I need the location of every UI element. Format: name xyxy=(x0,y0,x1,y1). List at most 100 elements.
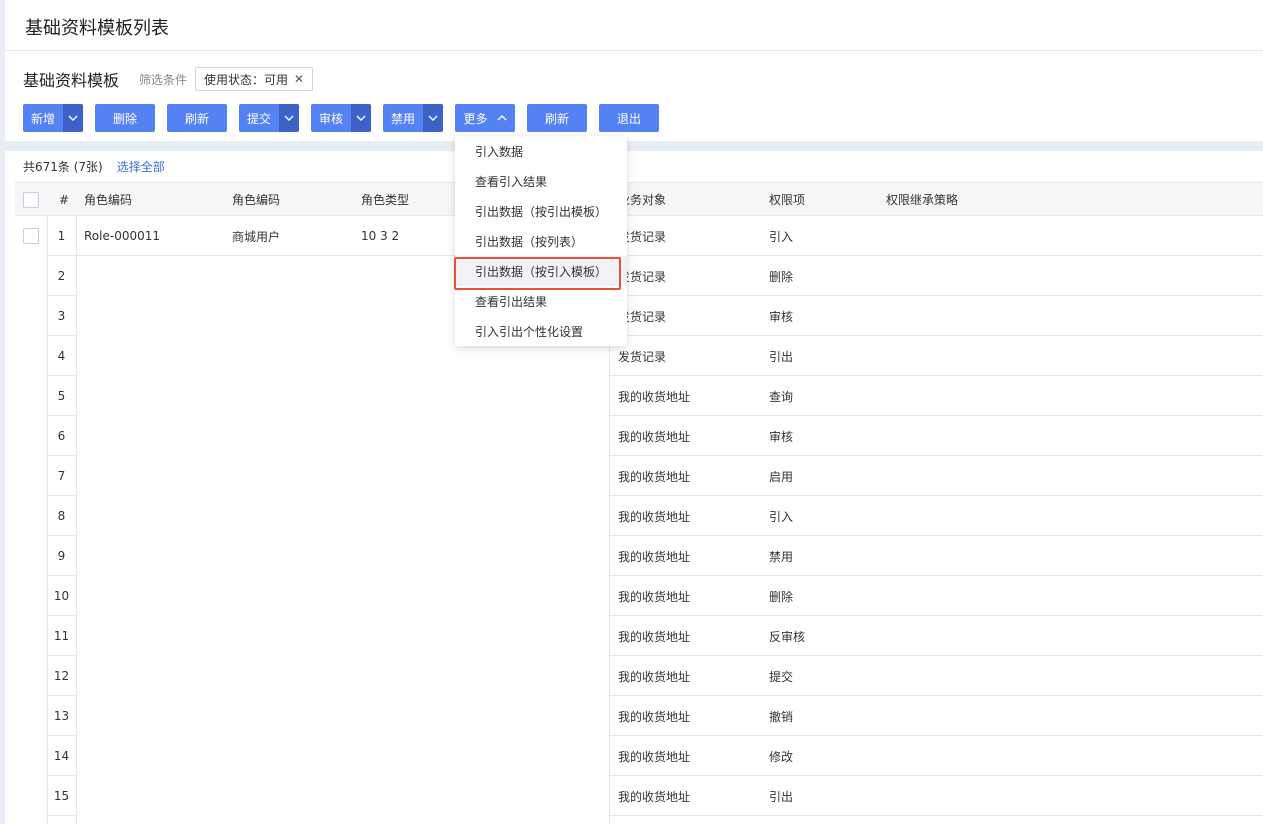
business-object-cell: 我的收货地址 xyxy=(618,629,691,644)
disable-button[interactable]: 禁用 xyxy=(383,104,443,132)
more-menu-item[interactable]: 查看引入结果 xyxy=(455,166,627,196)
more-menu-item[interactable]: 引出数据（按列表） xyxy=(455,226,627,256)
close-icon[interactable]: ✕ xyxy=(294,72,304,86)
table-row[interactable]: 15 我的收货地址 引出 xyxy=(15,776,1263,816)
table-row[interactable]: 2 发货记录 删除 xyxy=(15,256,1263,296)
role-type-cell: 10 3 2 xyxy=(361,229,400,243)
more-menu-item[interactable]: 引出数据（按引出模板） xyxy=(455,196,627,226)
disable-button-label[interactable]: 禁用 xyxy=(383,104,423,132)
row-index: 11 xyxy=(53,629,70,643)
header-checkbox-cell xyxy=(23,183,39,216)
permission-cell: 修改 xyxy=(769,749,794,764)
row-index: 10 xyxy=(53,589,70,603)
table-row[interactable]: 1 Role-000011 商城用户 10 3 2 发货记录 引入 xyxy=(15,216,1263,256)
permission-cell: 审核 xyxy=(769,429,794,444)
permission-cell: 删除 xyxy=(769,589,794,604)
filter-label[interactable]: 筛选条件 xyxy=(139,71,187,88)
permission-cell: 反审核 xyxy=(769,629,806,644)
filter-chip-label: 使用状态：可用 xyxy=(204,72,289,87)
more-menu-item[interactable]: 引入引出个性化设置 xyxy=(455,316,627,346)
table-row[interactable]: 3 发货记录 审核 xyxy=(15,296,1263,336)
chevron-down-icon[interactable] xyxy=(279,104,299,132)
toolbar: 新增 删除 刷新 提交 审核 禁用 更多 刷新 退出 xyxy=(0,104,700,132)
table-row[interactable]: 14 我的收货地址 修改 xyxy=(15,736,1263,776)
more-menu-item[interactable]: 查看引出结果 xyxy=(455,286,627,316)
audit-button[interactable]: 审核 xyxy=(311,104,371,132)
table-row[interactable]: 11 我的收货地址 反审核 xyxy=(15,616,1263,656)
filter-row: 基础资料模板 筛选条件 使用状态：可用 ✕ xyxy=(23,67,314,91)
chevron-up-icon xyxy=(497,113,507,123)
row-index: 6 xyxy=(57,429,66,443)
chevron-down-icon[interactable] xyxy=(351,104,371,132)
permission-cell: 引出 xyxy=(769,789,794,804)
row-divider xyxy=(47,815,76,816)
business-object-cell: 我的收货地址 xyxy=(618,589,691,604)
table-row[interactable]: 10 我的收货地址 删除 xyxy=(15,576,1263,616)
exit-button[interactable]: 退出 xyxy=(599,104,659,132)
business-object-cell: 我的收货地址 xyxy=(618,429,691,444)
business-object-cell: 我的收货地址 xyxy=(618,749,691,764)
permission-cell: 撤销 xyxy=(769,709,794,724)
business-object-cell: 我的收货地址 xyxy=(618,669,691,684)
table-row[interactable]: 5 我的收货地址 查询 xyxy=(15,376,1263,416)
business-object-cell: 我的收货地址 xyxy=(618,789,691,804)
permission-cell: 引出 xyxy=(769,349,794,364)
header-permission[interactable]: 权限项 xyxy=(769,183,805,216)
row-index: 7 xyxy=(57,469,66,483)
business-object-cell: 我的收货地址 xyxy=(618,509,691,524)
permission-cell: 审核 xyxy=(769,309,794,324)
business-object-cell: 我的收货地址 xyxy=(618,469,691,484)
row-checkbox[interactable] xyxy=(23,228,39,244)
permission-cell: 查询 xyxy=(769,389,794,404)
chevron-down-icon[interactable] xyxy=(63,104,83,132)
row-index: 3 xyxy=(57,309,66,323)
header-role-code[interactable]: 角色编码 xyxy=(84,183,132,216)
refresh-button-2[interactable]: 刷新 xyxy=(527,104,587,132)
permission-cell: 禁用 xyxy=(769,549,794,564)
refresh-button[interactable]: 刷新 xyxy=(167,104,227,132)
row-checkbox-cell xyxy=(23,216,39,256)
highlight-box xyxy=(454,257,621,290)
filter-chip[interactable]: 使用状态：可用 ✕ xyxy=(195,67,314,91)
header-inherit-policy[interactable]: 权限继承策略 xyxy=(886,183,958,216)
more-button-label: 更多 xyxy=(463,111,488,126)
row-index: 9 xyxy=(57,549,66,563)
divider-band xyxy=(5,141,1263,151)
table-row[interactable]: 4 发货记录 引出 xyxy=(15,336,1263,376)
chevron-down-icon[interactable] xyxy=(423,104,443,132)
header-role-type[interactable]: 角色类型 xyxy=(361,183,409,216)
select-all-checkbox[interactable] xyxy=(23,191,39,208)
new-button-label[interactable]: 新增 xyxy=(23,104,63,132)
row-index: 8 xyxy=(57,509,66,523)
table-row[interactable]: 9 我的收货地址 禁用 xyxy=(15,536,1263,576)
select-all-link[interactable]: 选择全部 xyxy=(117,158,165,175)
permission-cell: 引入 xyxy=(769,509,794,524)
business-object-cell: 我的收货地址 xyxy=(618,709,691,724)
record-count: 共671条 (7张) xyxy=(23,159,103,174)
submit-button[interactable]: 提交 xyxy=(239,104,299,132)
submit-button-label[interactable]: 提交 xyxy=(239,104,279,132)
new-button[interactable]: 新增 xyxy=(23,104,83,132)
grid-header: # 角色编码 角色编码 角色类型 业务对象 权限项 权限继承策略 xyxy=(15,182,1263,216)
table-row[interactable]: 6 我的收货地址 审核 xyxy=(15,416,1263,456)
table-row[interactable]: 13 我的收货地址 撤销 xyxy=(15,696,1263,736)
role-code-cell: Role-000011 xyxy=(84,229,160,243)
row-index: 12 xyxy=(53,669,70,683)
more-dropdown-menu: 引入数据 查看引入结果 引出数据（按引出模板） 引出数据（按列表） 引出数据（按引入模板… xyxy=(455,136,627,346)
delete-button[interactable]: 删除 xyxy=(95,104,155,132)
more-button[interactable]: 更多 xyxy=(455,104,515,132)
table-row[interactable]: 7 我的收货地址 启用 xyxy=(15,456,1263,496)
row-index: 2 xyxy=(57,269,66,283)
header-index: # xyxy=(59,192,70,207)
row-divider xyxy=(609,815,1263,816)
table-row[interactable]: 12 我的收货地址 提交 xyxy=(15,656,1263,696)
permission-cell: 提交 xyxy=(769,669,794,684)
table-row[interactable]: 8 我的收货地址 引入 xyxy=(15,496,1263,536)
role-name-cell: 商城用户 xyxy=(232,229,281,244)
header-role-name[interactable]: 角色编码 xyxy=(232,183,280,216)
business-object-cell: 我的收货地址 xyxy=(618,549,691,564)
more-menu-item[interactable]: 引入数据 xyxy=(455,136,627,166)
row-index: 14 xyxy=(53,749,70,763)
audit-button-label[interactable]: 审核 xyxy=(311,104,351,132)
row-index: 1 xyxy=(57,229,66,243)
